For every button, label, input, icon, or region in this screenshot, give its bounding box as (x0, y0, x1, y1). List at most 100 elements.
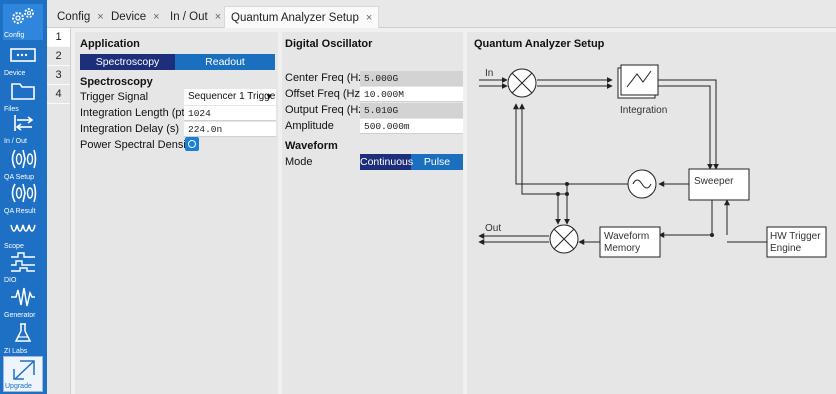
sidebar-item-label: Config (4, 32, 25, 39)
row-number[interactable]: 1 (47, 28, 70, 47)
center-freq-label: Center Freq (Hz) (285, 72, 368, 84)
sidebar-item-dio[interactable]: DIO (3, 249, 43, 285)
tab-bar: Config × Device × In / Out × Quantum Analyz… (47, 0, 836, 28)
section-title: Spectroscopy (80, 76, 153, 88)
sidebar-item-label: DIO (4, 277, 17, 284)
psd-label: Power Spectral Density (80, 139, 195, 151)
trigger-signal-value: Sequencer 1 Trigge (188, 91, 276, 102)
sidebar-item-zi-labs[interactable]: ZI Labs (3, 320, 43, 356)
offset-freq-field[interactable]: 10.000M (360, 87, 463, 102)
section-title: Waveform (285, 140, 338, 152)
sidebar-item-qa-setup[interactable]: QA Setup (3, 146, 43, 182)
sweeper-label: Sweeper (694, 176, 734, 187)
close-icon[interactable]: × (215, 11, 221, 23)
dio-icon (11, 252, 35, 272)
tab-label: Config (57, 11, 91, 23)
mode-spectroscopy-button[interactable]: Spectroscopy (80, 54, 175, 70)
trigger-signal-select[interactable]: Sequencer 1 Trigge ▼ (184, 89, 276, 105)
mode-continuous-button[interactable]: Continuous (360, 154, 413, 170)
output-freq-field: 5.010G (360, 103, 463, 118)
gear-icon (12, 8, 34, 24)
waveform-memory-label-2: Memory (604, 243, 640, 254)
upgrade-icon (13, 360, 35, 380)
oscillator-to-mixer-line-2 (519, 103, 567, 195)
sidebar-item-inout[interactable]: In / Out (3, 110, 43, 146)
integration-label: Integration (620, 105, 667, 116)
panel-title: Digital Oscillator (285, 38, 373, 50)
tab-device[interactable]: Device × (105, 6, 166, 28)
application-mode-selector: Spectroscopy Readout (80, 54, 275, 70)
qa-diagram-panel: Quantum Analyzer Setup In Out Integratio… (467, 32, 836, 394)
toggle-off-icon (188, 140, 196, 148)
sweeper-to-memory-line (658, 200, 713, 238)
sidebar-item-label: ZI Labs (4, 348, 28, 355)
integration-delay-field[interactable]: 224.0n (184, 122, 276, 137)
panel-title: Application (80, 38, 140, 50)
junction-dot (565, 192, 569, 196)
caret-down-icon: ▼ (265, 92, 273, 101)
sidebar-item-label: QA Result (4, 208, 36, 215)
sidebar-item-label: Upgrade (5, 383, 32, 390)
tab-label: Quantum Analyzer Setup (231, 12, 359, 24)
junction-dot (710, 233, 714, 237)
close-icon[interactable]: × (97, 11, 103, 23)
row-number[interactable]: 3 (47, 66, 70, 85)
row-number[interactable]: 2 (47, 47, 70, 66)
junction-dot (556, 192, 560, 196)
qa-setup-icon (11, 149, 37, 169)
oscillator-to-mixer-line (513, 103, 627, 185)
in-label: In (485, 68, 493, 79)
tab-quantum-analyzer-setup[interactable]: Quantum Analyzer Setup × (224, 6, 380, 28)
tab-label: Device (111, 11, 147, 23)
qa-result-icon (11, 183, 37, 203)
folder-icon (11, 83, 35, 100)
generator-icon (11, 287, 35, 307)
application-panel: Application Spectroscopy Readout Spectro… (75, 32, 278, 394)
offset-freq-label: Offset Freq (Hz) (285, 88, 364, 100)
flask-icon (14, 323, 32, 342)
sidebar-item-device[interactable]: Device (3, 42, 43, 78)
psd-toggle[interactable] (185, 137, 199, 151)
sidebar-item-label: Generator (4, 312, 36, 319)
hw-trigger-label-2: Engine (770, 243, 802, 254)
integration-to-sweeper-line-2 (655, 85, 713, 170)
waveform-mode-label: Mode (285, 156, 313, 168)
digital-oscillator-panel: Digital Oscillator Center Freq (Hz) 5.00… (282, 32, 463, 394)
tab-label: In / Out (170, 11, 208, 23)
close-icon[interactable]: × (153, 11, 159, 23)
inout-icon (14, 115, 34, 131)
center-freq-field: 5.000G (360, 71, 463, 86)
sidebar-item-label: In / Out (4, 138, 27, 145)
close-icon[interactable]: × (366, 12, 372, 24)
trigger-signal-label: Trigger Signal (80, 91, 149, 103)
waveform-mode-selector: Continuous Pulse (360, 154, 463, 170)
output-freq-label: Output Freq (Hz) (285, 104, 368, 116)
row-number[interactable]: 4 (47, 85, 70, 104)
mode-pulse-button[interactable]: Pulse (411, 154, 463, 170)
out-label: Out (485, 223, 501, 234)
sidebar-item-generator[interactable]: Generator (3, 284, 43, 320)
tab-config[interactable]: Config × (51, 6, 110, 28)
scope-icon (10, 224, 36, 232)
sidebar-item-qa-result[interactable]: QA Result (3, 180, 43, 216)
integration-delay-label: Integration Delay (s) (80, 123, 180, 135)
sidebar: Config Device Files In / Out QA Setup QA… (0, 0, 47, 394)
waveform-memory-label: Waveform (604, 231, 649, 242)
qa-block-diagram: In Out Integration Sweeper Waveform Memo… (478, 64, 827, 258)
amplitude-field[interactable]: 500.000m (360, 119, 463, 134)
sidebar-item-upgrade[interactable]: Upgrade (3, 356, 43, 392)
sidebar-item-files[interactable]: Files (3, 78, 43, 114)
integration-to-sweeper-line (655, 79, 719, 170)
sidebar-item-config[interactable]: Config (3, 4, 43, 40)
tab-inout[interactable]: In / Out × (164, 6, 227, 28)
junction-dot (565, 182, 569, 186)
row-index-column: 1 2 3 4 (47, 28, 71, 394)
hw-trigger-label: HW Trigger (770, 231, 821, 242)
amplitude-label: Amplitude (285, 120, 334, 132)
integration-length-label: Integration Length (pts) (80, 107, 194, 119)
sidebar-item-label: Device (4, 70, 26, 77)
integration-length-field[interactable]: 1024 (184, 106, 276, 121)
mode-readout-button[interactable]: Readout (175, 54, 275, 70)
sidebar-item-scope[interactable]: Scope (3, 215, 43, 251)
device-icon (10, 48, 36, 62)
